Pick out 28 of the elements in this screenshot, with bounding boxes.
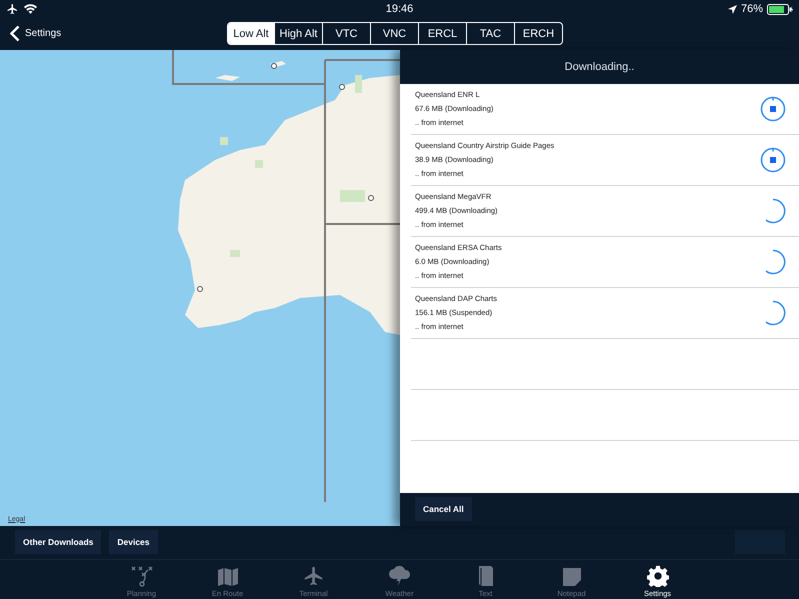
stop-download-icon[interactable] <box>760 96 786 122</box>
chart-type-segment[interactable]: VTC <box>322 23 370 44</box>
book-icon <box>476 565 494 587</box>
chart-type-segment[interactable]: Low Alt <box>228 23 274 44</box>
back-button[interactable]: Settings <box>0 25 62 42</box>
chart-type-segment[interactable]: High Alt <box>274 23 322 44</box>
route-plan-icon <box>130 565 154 587</box>
toolbar-button[interactable]: Devices <box>109 530 158 554</box>
airplane-icon <box>302 565 324 587</box>
storm-cloud-icon <box>388 565 412 587</box>
note-icon <box>562 567 582 587</box>
stop-download-icon[interactable] <box>760 146 786 173</box>
chart-type-segment[interactable]: TAC <box>466 23 514 44</box>
status-time: 19:46 <box>386 3 414 15</box>
toolbar-button[interactable]: Other Downloads <box>15 530 102 554</box>
chart-type-segment[interactable]: VNC <box>370 23 418 44</box>
panel-title: Downloading.. <box>564 60 634 73</box>
wifi-icon <box>24 4 37 14</box>
battery-percentage: 76% <box>740 3 763 15</box>
chart-type-segment[interactable]: ERCL <box>418 23 466 44</box>
settings-icon <box>646 565 668 587</box>
location-arrow-icon <box>728 4 737 14</box>
cancel-all-button[interactable]: Cancel All <box>415 497 472 522</box>
map-icon <box>216 567 238 587</box>
chart-type-segment[interactable]: ERCH <box>514 23 562 44</box>
airplane-mode-icon <box>6 3 19 15</box>
battery-icon <box>767 4 793 14</box>
chevron-left-icon <box>10 25 20 42</box>
